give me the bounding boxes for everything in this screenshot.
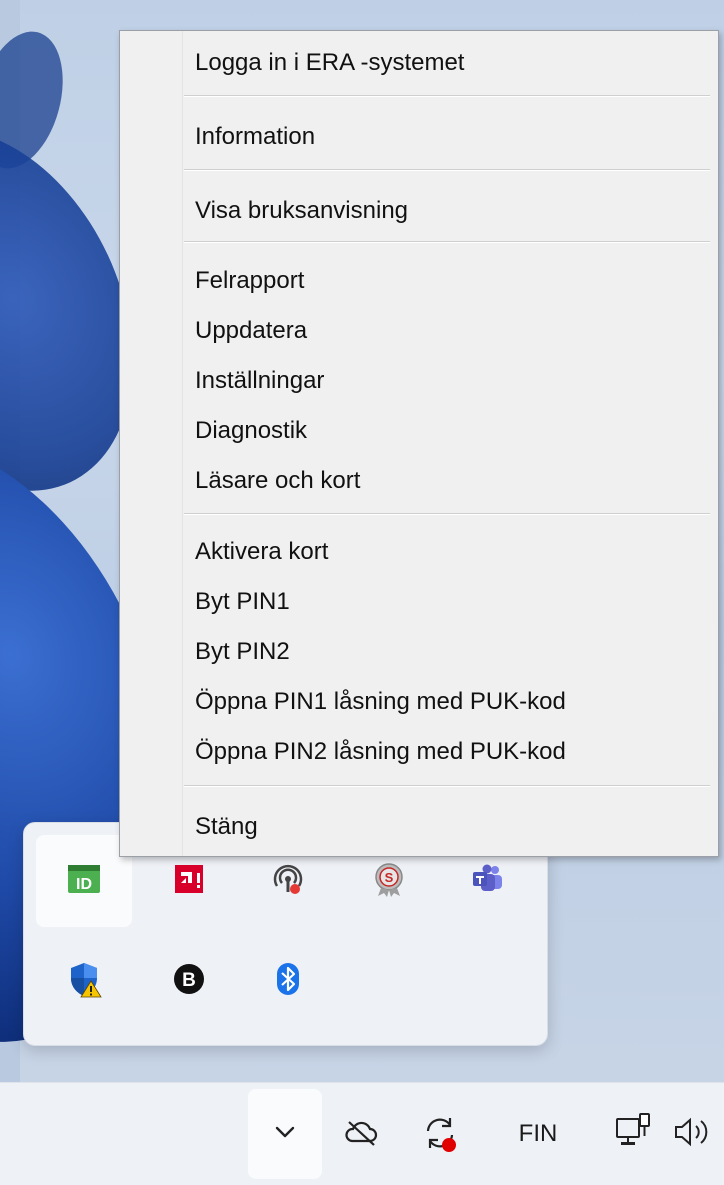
menu-item-error-report[interactable]: Felrapport xyxy=(195,257,710,305)
menu-item-settings[interactable]: Inställningar xyxy=(195,357,710,405)
bluetooth-icon xyxy=(268,959,308,1004)
show-hidden-icons-button[interactable] xyxy=(248,1089,322,1179)
context-menu: Logga in i ERA -systemet Information Vis… xyxy=(119,30,719,857)
menu-separator xyxy=(184,95,710,97)
sync-recording-icon xyxy=(416,1109,464,1162)
menu-separator xyxy=(184,785,710,787)
network-ethernet-icon xyxy=(611,1109,657,1160)
menu-item-update[interactable]: Uppdatera xyxy=(195,307,710,355)
cloud-off-icon xyxy=(341,1112,381,1157)
tray-icon-bluetooth[interactable] xyxy=(240,935,336,1027)
menu-item-unlock-pin2[interactable]: Öppna PIN2 låsning med PUK-kod xyxy=(195,728,710,776)
b-app-icon: B xyxy=(169,959,209,1004)
badge-s-icon: S xyxy=(369,859,409,904)
amd-icon xyxy=(169,859,209,904)
tray-icon-defender[interactable] xyxy=(36,935,132,1027)
menu-item-unlock-pin1[interactable]: Öppna PIN1 låsning med PUK-kod xyxy=(195,678,710,726)
tray-volume[interactable] xyxy=(668,1111,718,1157)
tray-onedrive[interactable] xyxy=(336,1109,386,1159)
hotspot-icon xyxy=(268,859,308,904)
menu-item-activate-card[interactable]: Aktivera kort xyxy=(195,528,710,576)
tray-network[interactable] xyxy=(608,1107,660,1161)
svg-text:S: S xyxy=(385,870,394,885)
speaker-icon xyxy=(670,1112,716,1157)
menu-item-close[interactable]: Stäng xyxy=(195,803,710,851)
menu-item-change-pin2[interactable]: Byt PIN2 xyxy=(195,628,710,676)
defender-warning-icon xyxy=(64,959,104,1004)
input-language-button[interactable]: FIN xyxy=(508,1111,568,1157)
menu-item-information[interactable]: Information xyxy=(195,113,710,161)
tray-sync[interactable] xyxy=(410,1107,470,1163)
menu-item-login[interactable]: Logga in i ERA -systemet xyxy=(195,39,710,87)
menu-icon-gutter xyxy=(120,31,183,856)
menu-item-user-guide[interactable]: Visa bruksanvisning xyxy=(195,187,710,235)
menu-item-change-pin1[interactable]: Byt PIN1 xyxy=(195,578,710,626)
menu-separator xyxy=(184,169,710,171)
svg-text:ID: ID xyxy=(76,876,92,893)
input-language-label: FIN xyxy=(518,1120,558,1147)
teams-icon xyxy=(468,859,508,904)
tray-icon-id-app[interactable]: ID xyxy=(36,835,132,927)
menu-item-readers-cards[interactable]: Läsare och kort xyxy=(195,457,710,505)
tray-icon-b-app[interactable]: B xyxy=(141,935,237,1027)
menu-separator xyxy=(184,513,710,515)
taskbar: FIN xyxy=(0,1082,724,1185)
id-app-icon: ID xyxy=(64,859,104,904)
svg-text:B: B xyxy=(182,970,196,991)
menu-separator xyxy=(184,241,710,243)
menu-item-diagnostics[interactable]: Diagnostik xyxy=(195,407,710,455)
chevron-down-icon xyxy=(271,1118,299,1151)
